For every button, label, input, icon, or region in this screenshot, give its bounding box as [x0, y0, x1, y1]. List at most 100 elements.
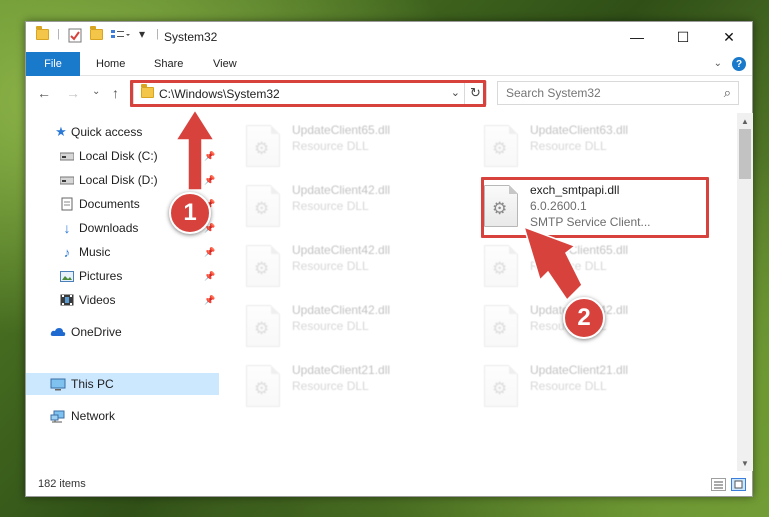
pin-icon[interactable]: 📌 [204, 271, 215, 282]
sidebar-item-videos[interactable]: Videos 📌 [26, 289, 219, 311]
back-arrow-icon[interactable]: ← [37, 85, 51, 101]
file-item[interactable]: ⚙ UpdateClient21.dll Resource DLL [246, 361, 476, 409]
properties-icon[interactable] [68, 28, 82, 43]
videos-icon [59, 293, 75, 307]
file-item[interactable]: ⚙ UpdateClient42.dll Resource DLL [246, 241, 476, 289]
new-folder-icon[interactable] [90, 26, 103, 40]
folder-icon [36, 26, 49, 40]
step-2-badge: 2 [563, 297, 605, 339]
documents-icon [59, 197, 75, 211]
scroll-down-icon[interactable]: ▼ [737, 455, 753, 471]
minimize-button[interactable]: — [614, 22, 660, 52]
gear-icon: ⚙ [254, 139, 270, 158]
navigation-bar: ← → ⌄ ↑ C:\Windows\System32 ⌄ ↻ ⌕ [26, 77, 752, 113]
music-icon: ♪ [63, 244, 71, 260]
navigation-pane: ★ Quick access Local Disk (C:) 📌 Local D… [26, 113, 219, 471]
dll-file-icon: ⚙ [246, 305, 280, 347]
gear-icon: ⚙ [254, 199, 270, 218]
file-item[interactable]: ⚙ UpdateClient42.dll Resource DLL [246, 181, 476, 229]
search-icon[interactable]: ⌕ [724, 85, 731, 101]
address-bar[interactable]: C:\Windows\System32 ⌄ ↻ [133, 81, 487, 105]
pin-icon[interactable]: 📌 [204, 175, 215, 186]
title-bar: | ▾ | System32 — ☐ ✕ [26, 22, 752, 52]
sidebar-item-onedrive[interactable]: OneDrive [26, 321, 219, 343]
file-description: SMTP Service Client... [530, 215, 651, 229]
item-count: 182 items [38, 478, 86, 490]
network-icon [50, 409, 66, 423]
close-button[interactable]: ✕ [706, 22, 752, 52]
up-arrow-icon[interactable]: ↑ [112, 85, 119, 101]
vertical-scrollbar[interactable]: ▲ ▼ [737, 113, 753, 471]
dll-file-icon: ⚙ [484, 305, 518, 347]
gear-icon: ⚙ [254, 259, 270, 278]
pin-icon[interactable]: 📌 [204, 151, 215, 162]
dll-file-icon: ⚙ [484, 185, 518, 227]
tab-view[interactable]: View [213, 52, 237, 76]
gear-icon: ⚙ [492, 139, 508, 158]
separator: | [156, 28, 159, 40]
tab-file[interactable]: File [26, 52, 80, 76]
chevron-down-icon[interactable]: ⌄ [451, 86, 460, 99]
file-item[interactable]: ⚙ UpdateClient63.dll Resource DLL [484, 121, 714, 169]
computer-icon [50, 377, 66, 391]
sidebar-item-this-pc[interactable]: This PC [26, 373, 219, 395]
details-view-icon[interactable] [711, 478, 726, 491]
file-item[interactable]: ⚙ UpdateClient65.dll Resource DLL [246, 121, 476, 169]
customize-icon[interactable] [110, 29, 130, 41]
expand-ribbon-icon[interactable]: ⌄ [714, 58, 722, 69]
gear-icon: ⚙ [492, 379, 508, 398]
dll-file-icon: ⚙ [246, 185, 280, 227]
sidebar-item-music[interactable]: ♪ Music 📌 [26, 241, 219, 263]
gear-icon: ⚙ [492, 259, 508, 278]
folder-icon [141, 84, 154, 98]
file-version: 6.0.2600.1 [530, 199, 587, 213]
file-item-exch-smtpapi[interactable]: ⚙ exch_smtpapi.dll 6.0.2600.1 SMTP Servi… [484, 181, 714, 233]
file-item[interactable]: ⚙ UpdateClient65.dll Resource DLL [484, 241, 714, 289]
window-title: System32 [164, 30, 218, 44]
pin-icon[interactable]: 📌 [204, 247, 215, 258]
sidebar-item-local-disk-c[interactable]: Local Disk (C:) 📌 [26, 145, 219, 167]
pictures-icon [59, 269, 75, 283]
sidebar-item-network[interactable]: Network [26, 405, 219, 427]
search-box[interactable]: ⌕ [497, 81, 739, 105]
maximize-button[interactable]: ☐ [660, 22, 706, 52]
tab-home[interactable]: Home [96, 52, 125, 76]
cloud-icon [50, 325, 66, 339]
file-name: exch_smtpapi.dll [530, 183, 620, 197]
file-item[interactable]: ⚙ UpdateClient21.dll Resource DLL [484, 361, 714, 409]
gear-icon: ⚙ [492, 199, 508, 218]
sidebar-item-local-disk-d[interactable]: Local Disk (D:) 📌 [26, 169, 219, 191]
gear-icon: ⚙ [492, 319, 508, 338]
dll-file-icon: ⚙ [246, 245, 280, 287]
file-item[interactable]: ⚙ UpdateClient42.dll Resource DLL [246, 301, 476, 349]
refresh-icon[interactable]: ↻ [464, 82, 486, 104]
recent-locations-icon[interactable]: ⌄ [92, 86, 100, 97]
download-icon: ↓ [63, 220, 71, 236]
tab-share[interactable]: Share [154, 52, 183, 76]
file-list: ⚙ UpdateClient65.dll Resource DLL ⚙ Upda… [219, 113, 737, 471]
dll-file-icon: ⚙ [484, 245, 518, 287]
dll-file-icon: ⚙ [484, 125, 518, 167]
step-1-badge: 1 [169, 192, 211, 234]
sidebar-item-pictures[interactable]: Pictures 📌 [26, 265, 219, 287]
scrollbar-thumb[interactable] [739, 129, 751, 179]
gear-icon: ⚙ [254, 379, 270, 398]
sidebar-item-quick-access[interactable]: ★ Quick access [26, 121, 219, 143]
forward-arrow-icon[interactable]: → [66, 85, 80, 101]
scroll-up-icon[interactable]: ▲ [737, 113, 753, 129]
dll-file-icon: ⚙ [246, 365, 280, 407]
large-icons-view-icon[interactable] [731, 478, 746, 491]
dll-file-icon: ⚙ [246, 125, 280, 167]
separator: | [57, 28, 60, 40]
status-bar: 182 items [26, 472, 752, 496]
qa-dropdown-icon[interactable]: ▾ [139, 27, 145, 41]
ribbon: File Home Share View ⌄ ? [26, 52, 752, 76]
drive-icon [59, 149, 75, 163]
star-icon: ★ [55, 124, 67, 139]
dll-file-icon: ⚙ [484, 365, 518, 407]
help-button[interactable]: ? [732, 57, 746, 71]
drive-icon [59, 173, 75, 187]
pin-icon[interactable]: 📌 [204, 295, 215, 306]
search-input[interactable] [506, 83, 706, 103]
address-path[interactable]: C:\Windows\System32 [159, 87, 280, 101]
